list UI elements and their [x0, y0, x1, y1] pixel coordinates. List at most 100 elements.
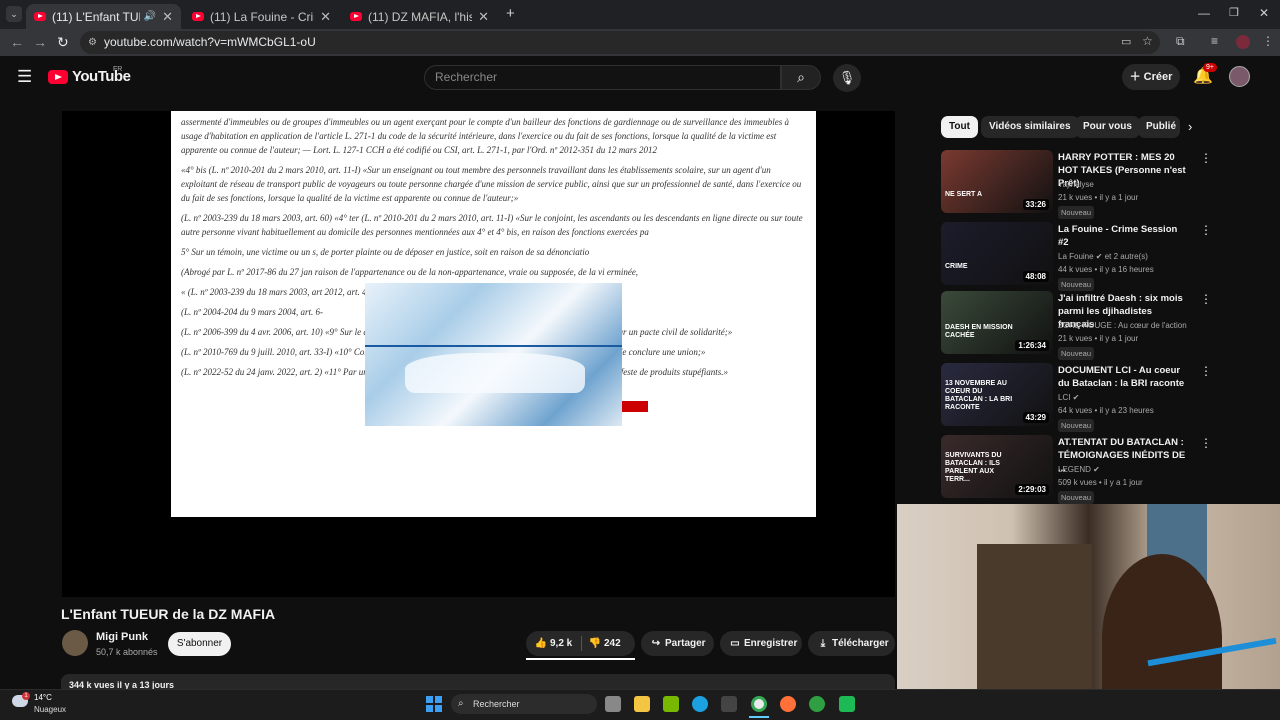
rec-title[interactable]: DOCUMENT LCI - Au coeur du Bataclan : la… — [1058, 364, 1188, 390]
chrome-menu-icon[interactable]: ⋮ — [1262, 34, 1274, 48]
extensions-icon[interactable]: ⧉ — [1176, 34, 1185, 49]
rec-thumbnail[interactable]: NE SERT A 33:26 — [941, 150, 1053, 213]
chrome-icon[interactable] — [751, 696, 767, 712]
browser-tab-bar: ⌄ (11) L'Enfant TUEUR de la D 🔊 ✕ (11) L… — [0, 0, 1280, 29]
rec-channel[interactable]: Yajinalyse — [1058, 180, 1094, 189]
more-options-icon[interactable]: ⋮ — [1200, 436, 1212, 450]
new-tab-icon[interactable]: + — [506, 5, 515, 22]
youtube-favicon-icon — [350, 12, 362, 21]
share-button[interactable]: ↪ Partager — [641, 631, 714, 656]
video-duration: 48:08 — [1022, 271, 1049, 282]
like-button[interactable]: 👍 9,2 k — [526, 631, 580, 656]
account-avatar[interactable] — [1229, 66, 1250, 87]
back-icon[interactable]: ← — [10, 34, 24, 50]
chip-related[interactable]: Vidéos similaires — [981, 116, 1079, 138]
more-options-icon[interactable]: ⋮ — [1200, 151, 1212, 165]
close-tab-icon[interactable]: ✕ — [320, 9, 331, 25]
cast-icon[interactable]: ▭ — [1121, 35, 1131, 48]
app-icon-terminal[interactable] — [839, 696, 855, 712]
rec-channel[interactable]: LEGEND ✔ — [1058, 465, 1100, 474]
profile-avatar-icon[interactable] — [1236, 35, 1250, 49]
youtube-favicon-icon — [192, 12, 204, 21]
search-button[interactable]: ⌕ — [781, 65, 821, 90]
overlay-boat-shape — [405, 353, 585, 393]
site-info-icon[interactable]: ⚙ — [88, 31, 97, 54]
tab-la-fouine[interactable]: (11) La Fouine - Crime Session ✕ — [184, 4, 339, 29]
thumbnail-caption: SURVIVANTS DU BATACLAN : ILS PARLENT AUX… — [945, 452, 1002, 483]
chip-recent[interactable]: Publié — [1138, 116, 1180, 138]
video-overlay-image — [365, 283, 622, 426]
media-controls-icon[interactable]: ≡ — [1211, 34, 1218, 48]
edge-icon[interactable] — [692, 696, 708, 712]
close-tab-icon[interactable]: ✕ — [162, 9, 173, 25]
rec-title[interactable]: La Fouine - Crime Session #2 — [1058, 223, 1188, 249]
thumbnail-caption: DAESH EN MISSION CACHÉE — [945, 324, 1013, 339]
tab-list-button[interactable]: ⌄ — [6, 6, 22, 22]
more-options-icon[interactable]: ⋮ — [1200, 364, 1212, 378]
channel-avatar[interactable] — [62, 630, 88, 656]
rec-channel[interactable]: LCI ✔ — [1058, 393, 1079, 402]
rec-channel[interactable]: ZONE ROUGE : Au cœur de l'action — [1058, 321, 1187, 330]
rec-meta: 509 k vues • il y a 1 jour — [1058, 478, 1143, 487]
file-explorer-icon[interactable] — [634, 696, 650, 712]
youtube-favicon-icon — [34, 12, 46, 21]
close-tab-icon[interactable]: ✕ — [478, 9, 489, 25]
rec-meta: 64 k vues • il y a 23 heures — [1058, 406, 1154, 415]
region-code: FR — [113, 66, 123, 73]
youtube-logo-icon[interactable] — [48, 70, 68, 84]
chevron-right-icon[interactable]: › — [1188, 119, 1192, 134]
weather-temperature[interactable]: 14°C — [34, 693, 52, 702]
tab-dz-mafia[interactable]: (11) DZ MAFIA, l'histoire compl ✕ — [342, 4, 497, 29]
rec-thumbnail[interactable]: SURVIVANTS DU BATACLAN : ILS PARLENT AUX… — [941, 435, 1053, 498]
store-icon[interactable] — [721, 696, 737, 712]
task-view-icon[interactable] — [605, 696, 621, 712]
tab-enfant-tueur[interactable]: (11) L'Enfant TUEUR de la D 🔊 ✕ — [26, 4, 181, 29]
audio-playing-icon[interactable]: 🔊 — [144, 11, 156, 22]
subscribe-button[interactable]: S'abonner — [168, 632, 231, 656]
more-options-icon[interactable]: ⋮ — [1200, 292, 1212, 306]
bookmark-star-icon[interactable]: ☆ — [1142, 34, 1153, 48]
new-badge: Nouveau — [1058, 419, 1095, 432]
url-field[interactable]: ⚙ youtube.com/watch?v=mWMCbGL1-oU — [80, 31, 1160, 54]
chip-all[interactable]: Tout — [941, 116, 978, 138]
bookmark-icon: ▭ — [730, 638, 740, 649]
maximize-icon[interactable]: ❐ — [1229, 6, 1239, 19]
channel-name[interactable]: Migi Punk — [96, 631, 148, 643]
description-box[interactable]: 344 k vues il y a 13 jours — [61, 674, 895, 690]
rec-channel[interactable]: La Fouine ✔ et 2 autre(s) — [1058, 252, 1148, 261]
windows-start-icon[interactable] — [426, 696, 442, 712]
voice-search-button[interactable]: 🎙 — [833, 64, 861, 92]
dislike-button[interactable]: 👎 242 — [586, 631, 634, 656]
save-button[interactable]: ▭ Enregistrer — [720, 631, 802, 656]
rec-thumbnail[interactable]: 13 NOVEMBRE AU COEUR DU BATACLAN : LA BR… — [941, 363, 1053, 426]
close-window-icon[interactable]: ✕ — [1259, 6, 1269, 20]
search-input[interactable]: Rechercher — [424, 65, 781, 90]
app-icon-green[interactable] — [809, 696, 825, 712]
forward-icon[interactable]: → — [33, 34, 47, 50]
taskbar-search[interactable]: ⌕ Rechercher — [451, 694, 597, 714]
video-duration: 33:26 — [1022, 199, 1049, 210]
rec-thumbnail[interactable]: DAESH EN MISSION CACHÉE 1:26:34 — [941, 291, 1053, 354]
thumbnail-caption: 13 NOVEMBRE AU COEUR DU BATACLAN : LA BR… — [945, 380, 1013, 411]
active-app-indicator — [749, 716, 769, 718]
search-icon: ⌕ — [458, 698, 464, 709]
more-options-icon[interactable]: ⋮ — [1200, 223, 1212, 237]
thumbnail-caption: CRIME — [945, 263, 968, 270]
reload-icon[interactable]: ↻ — [57, 34, 69, 51]
rec-meta: 21 k vues • il y a 1 jour — [1058, 193, 1139, 202]
overlay-line — [365, 345, 622, 347]
subscriber-count: 50,7 k abonnés — [96, 647, 158, 657]
hamburger-menu-icon[interactable]: ☰ — [17, 67, 32, 87]
weather-description[interactable]: Nuageux — [34, 705, 66, 714]
firefox-icon[interactable] — [780, 696, 796, 712]
create-button[interactable]: ＋ Créer — [1122, 64, 1180, 90]
notification-count-badge: 9+ — [1203, 63, 1217, 72]
download-icon: ⤓ — [820, 638, 826, 649]
video-title: L'Enfant TUEUR de la DZ MAFIA — [61, 606, 276, 622]
download-button[interactable]: ⤓ Télécharger — [808, 631, 895, 656]
chip-for-you[interactable]: Pour vous — [1075, 116, 1140, 138]
nvidia-icon[interactable] — [663, 696, 679, 712]
minimize-icon[interactable]: — — [1198, 6, 1210, 20]
like-dislike-group: 👍 9,2 k 👎 242 — [526, 631, 635, 656]
rec-thumbnail[interactable]: CRIME 48:08 — [941, 222, 1053, 285]
